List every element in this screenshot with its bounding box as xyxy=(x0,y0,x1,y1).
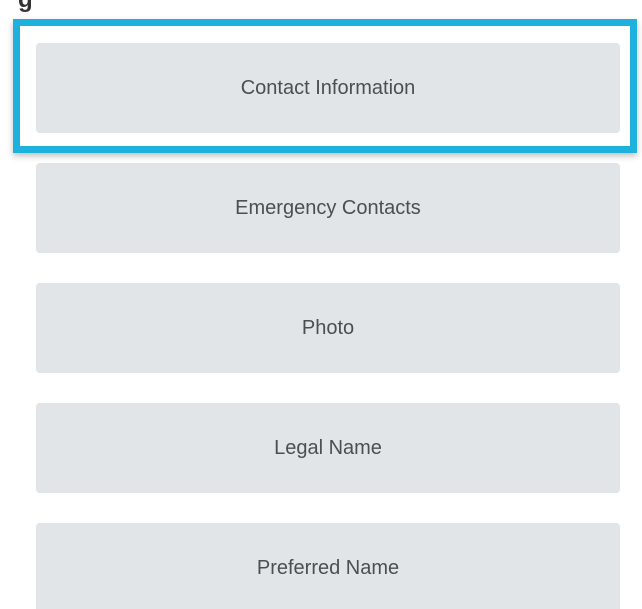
section-heading: g xyxy=(18,0,33,14)
legal-name-label: Legal Name xyxy=(274,436,382,459)
legal-name-button[interactable]: Legal Name xyxy=(36,403,620,493)
page: g Contact Information Emergency Contacts… xyxy=(0,0,642,609)
contact-information-button[interactable]: Contact Information xyxy=(36,43,620,133)
photo-label: Photo xyxy=(301,316,355,339)
preferred-name-label: Preferred Name xyxy=(256,556,400,579)
photo-button[interactable]: Photo xyxy=(36,283,620,373)
emergency-contacts-button[interactable]: Emergency Contacts xyxy=(36,163,620,253)
preferred-name-button[interactable]: Preferred Name xyxy=(36,523,620,609)
contact-information-label: Contact Information xyxy=(240,76,416,99)
emergency-contacts-label: Emergency Contacts xyxy=(235,196,421,219)
